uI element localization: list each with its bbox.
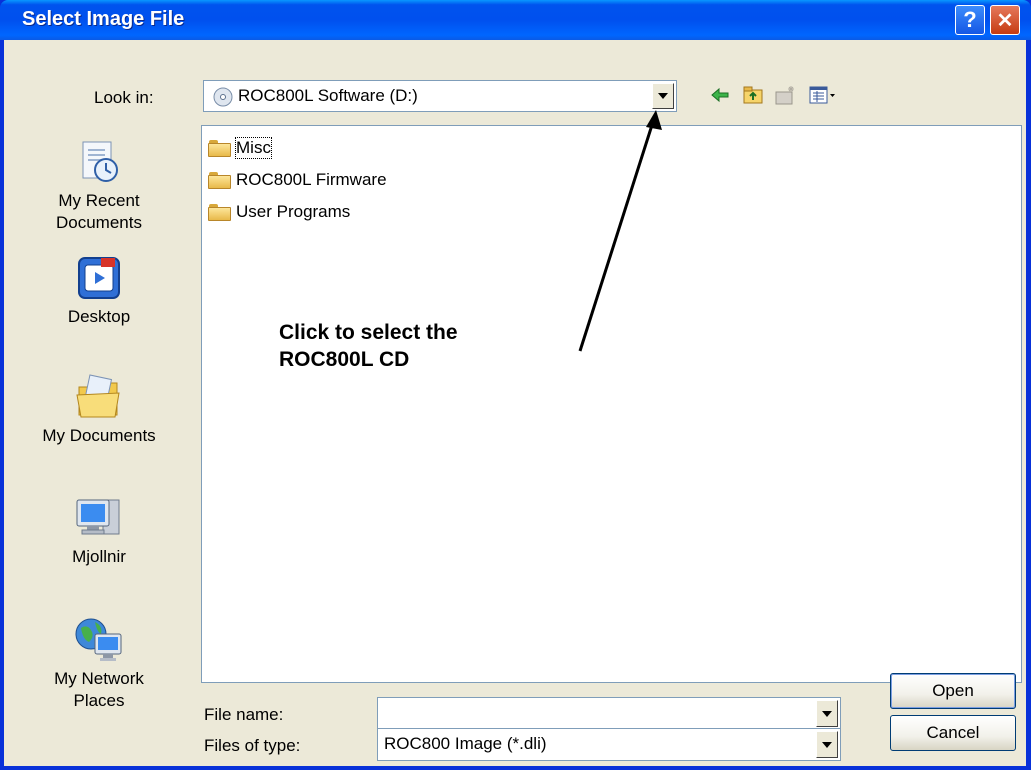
annotation-arrow	[578, 110, 662, 352]
select-image-file-dialog: Select Image File ? ✕ Look in: ROC800L S…	[0, 0, 1031, 770]
